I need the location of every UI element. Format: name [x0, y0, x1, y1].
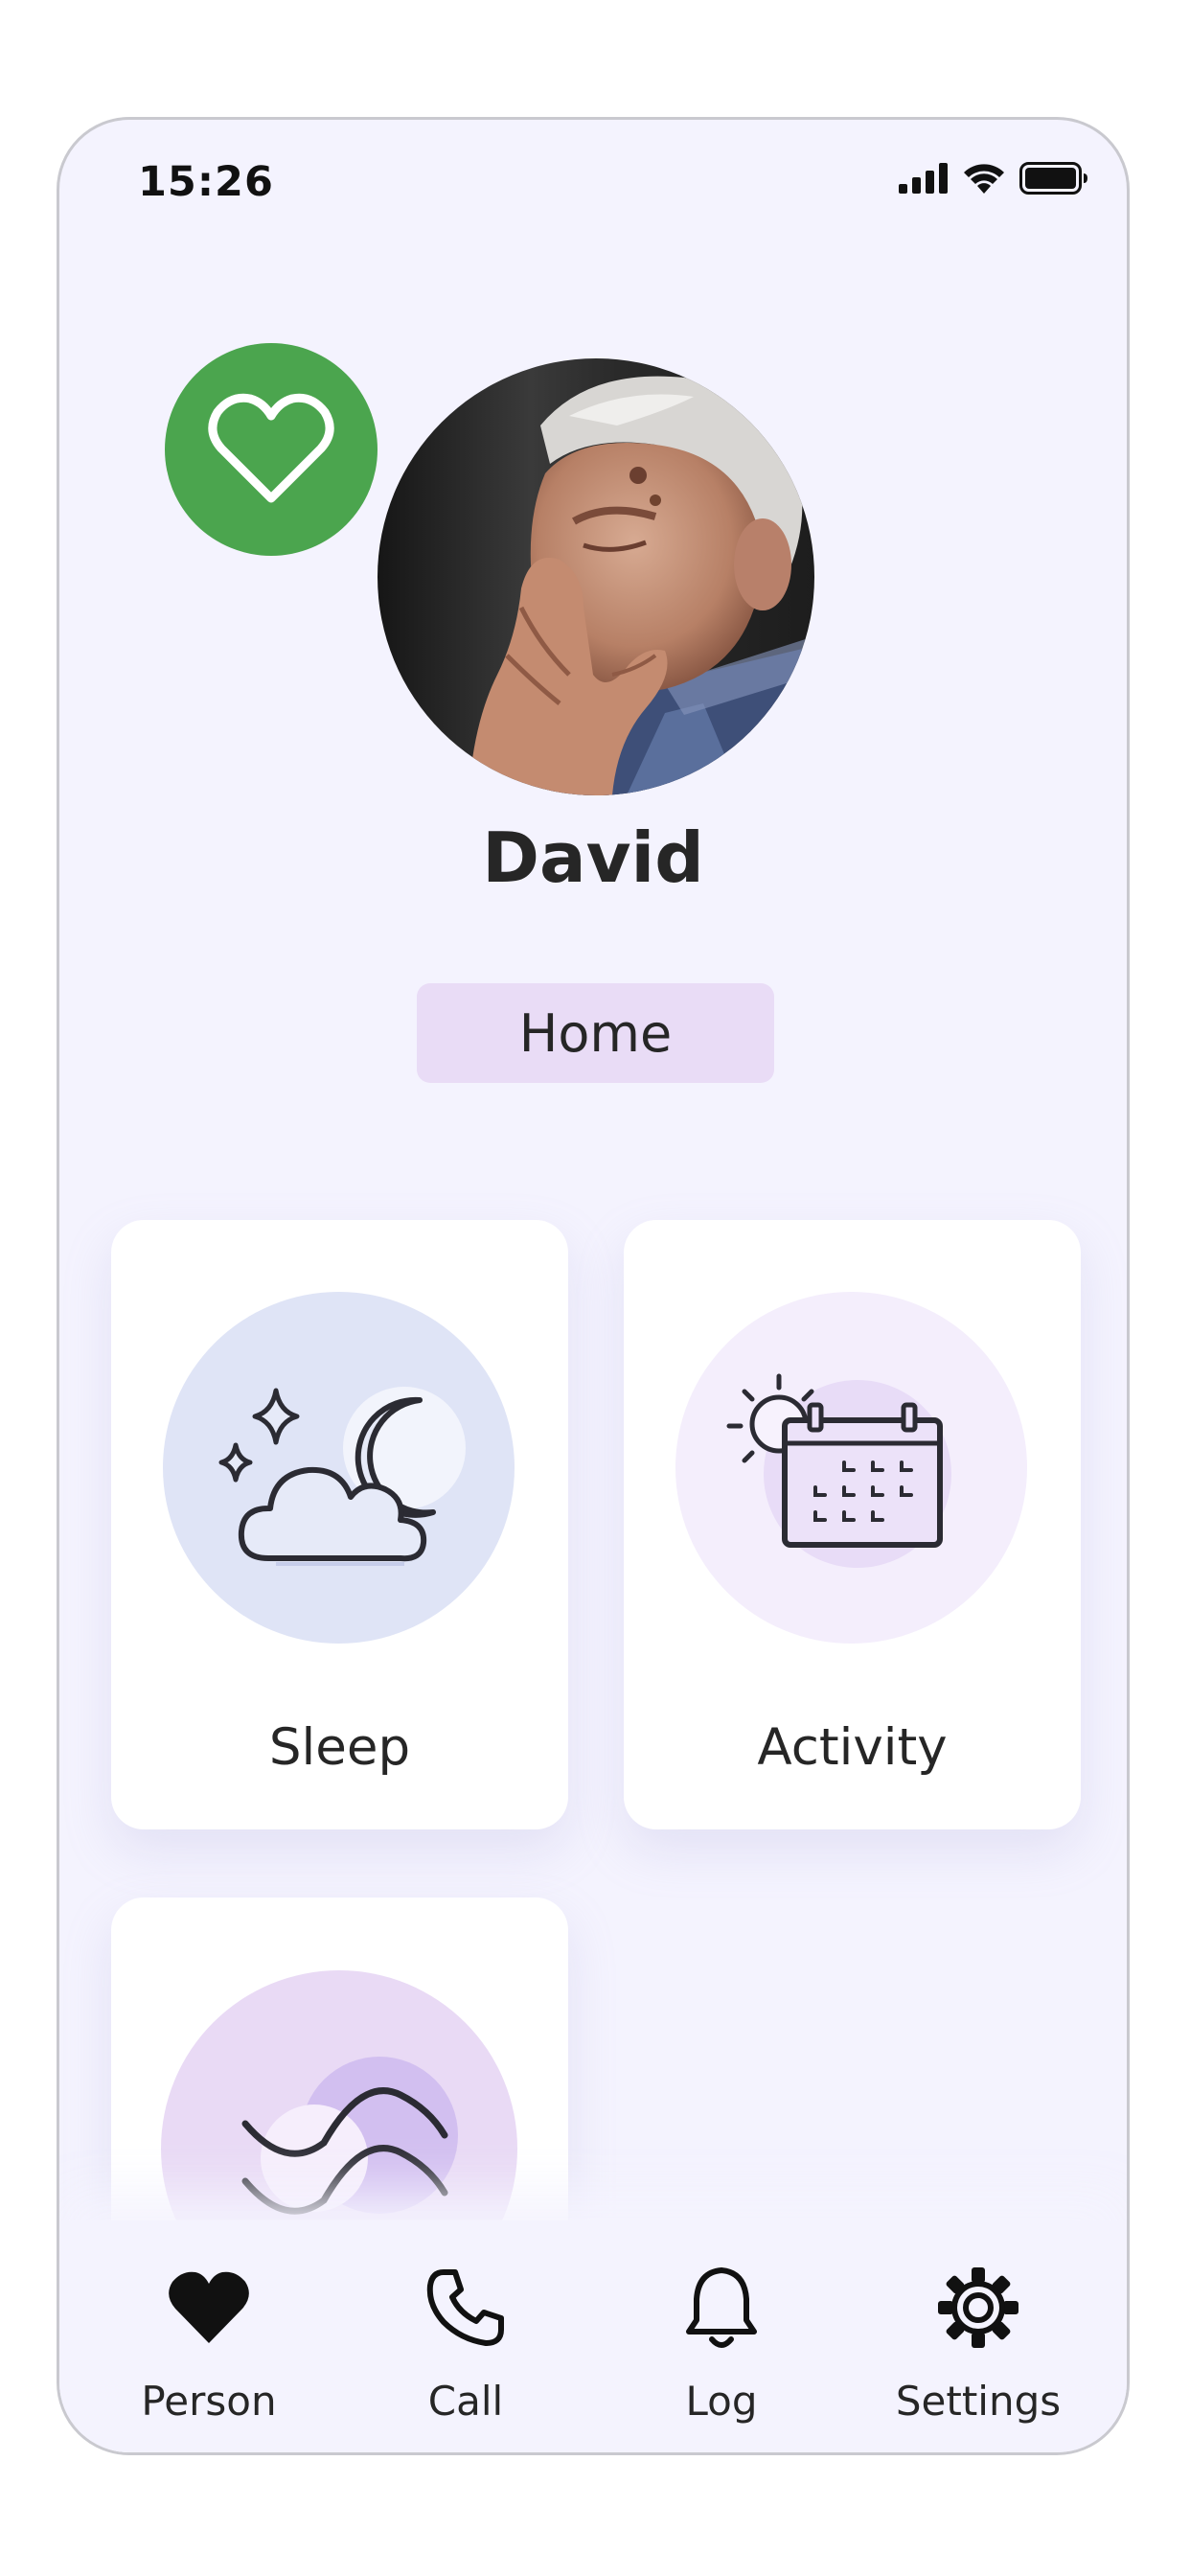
nav-log[interactable]: Log — [593, 2265, 850, 2437]
phone-screen: 15:26 David Home Sleep Activity Person C… — [57, 117, 1130, 2455]
nav-label: Log — [685, 2378, 758, 2425]
bottom-nav: Person Call Log Settings — [59, 2220, 1127, 2452]
wifi-icon — [964, 164, 1004, 194]
tile-icon-circle — [675, 1292, 1027, 1644]
status-badge[interactable] — [165, 343, 378, 556]
status-icons — [899, 162, 1088, 195]
profile-name: David — [482, 817, 704, 898]
heart-icon — [208, 393, 334, 503]
tile-label: Sleep — [268, 1718, 411, 1777]
nav-label: Call — [427, 2378, 504, 2425]
avatar-photo — [378, 358, 814, 795]
heart-filled-icon — [169, 2271, 249, 2343]
nav-label: Settings — [895, 2378, 1062, 2425]
tile-activity[interactable]: Activity — [624, 1220, 1081, 1829]
nav-person[interactable]: Person — [80, 2265, 337, 2437]
battery-icon — [1019, 162, 1087, 195]
nav-label: Person — [141, 2378, 277, 2425]
nav-call[interactable]: Call — [337, 2265, 594, 2437]
gear-icon — [938, 2267, 1018, 2348]
tile-label: Activity — [757, 1718, 948, 1777]
location-badge: Home — [417, 983, 774, 1083]
nav-settings[interactable]: Settings — [850, 2265, 1107, 2437]
status-time: 15:26 — [138, 158, 274, 206]
sleep-icon — [218, 1387, 466, 1566]
avatar — [378, 358, 814, 795]
location-label: Home — [518, 1002, 673, 1064]
tile-sleep[interactable]: Sleep — [111, 1220, 568, 1829]
tile-icon-circle — [163, 1292, 515, 1644]
phone-icon — [426, 2269, 504, 2346]
cellular-signal-icon — [899, 163, 948, 194]
calendar-icon — [726, 1373, 951, 1568]
bell-icon — [686, 2267, 757, 2348]
